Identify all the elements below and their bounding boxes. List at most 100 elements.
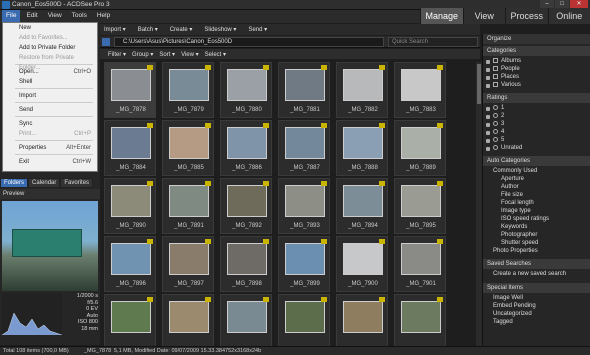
pin-icon[interactable] (486, 115, 490, 119)
pin-icon[interactable] (486, 107, 490, 111)
file-menu-item[interactable]: Sync (3, 119, 97, 129)
mode-manage[interactable]: Manage (420, 8, 463, 24)
mode-online[interactable]: Online (547, 8, 590, 24)
thumbnail-tile[interactable]: _MG_7890 (104, 178, 156, 234)
rating-item[interactable]: 5 (493, 137, 504, 143)
file-menu-item[interactable]: Add to Private Folder (3, 43, 97, 53)
thumbnail-tile[interactable]: _MG_7896 (104, 236, 156, 292)
tab-folders[interactable]: Folders (0, 178, 29, 188)
thumbnail-tile[interactable]: _MG_7899 (278, 236, 330, 292)
batch-button[interactable]: Batch ▾ (138, 26, 158, 33)
thumbnail-tile[interactable]: _MG_7883 (394, 62, 446, 118)
thumbnail-tile[interactable] (162, 294, 214, 346)
path-input[interactable]: C:\Users\Asus\Pictures\Canon_Eos500D (114, 37, 384, 47)
thumbnail-tile[interactable]: _MG_7887 (278, 120, 330, 176)
thumbnail-tile[interactable]: _MG_7881 (278, 62, 330, 118)
pin-icon[interactable] (486, 147, 490, 151)
category-item[interactable]: Places (493, 74, 519, 80)
tab-calendar[interactable]: Calendar (28, 178, 61, 188)
saved-searches-header[interactable]: Saved Searches (483, 259, 590, 269)
tab-favorites[interactable]: Favorites (60, 178, 94, 188)
file-menu-item[interactable]: Shell (3, 77, 97, 87)
pin-icon[interactable] (486, 76, 490, 80)
mode-view[interactable]: View (462, 8, 505, 24)
thumbnail-tile[interactable]: _MG_7889 (394, 120, 446, 176)
sort-menu[interactable]: Sort ▾ (159, 51, 175, 58)
rating-item[interactable]: 2 (493, 113, 504, 119)
auto-categories-header[interactable]: Auto Categories (483, 156, 590, 166)
file-menu-item[interactable]: Open... Ctrl+O (3, 67, 97, 77)
checkbox[interactable] (493, 82, 498, 87)
special-item[interactable]: Image Well (493, 295, 523, 301)
special-item[interactable]: Uncategorized (493, 311, 532, 317)
thumbnail-tile[interactable] (278, 294, 330, 346)
thumbnail-tile[interactable]: _MG_7878 (104, 62, 156, 118)
file-menu-item[interactable]: New (3, 23, 97, 33)
ratings-header[interactable]: Ratings (483, 93, 590, 103)
file-menu-item[interactable]: Send (3, 105, 97, 115)
pin-icon[interactable] (486, 84, 490, 88)
select-menu[interactable]: Select ▾ (205, 51, 226, 58)
checkbox[interactable] (493, 74, 498, 79)
file-menu-item[interactable]: Properties Alt+Enter (3, 143, 97, 153)
checkbox[interactable] (493, 66, 498, 71)
thumbnail-tile[interactable] (220, 294, 272, 346)
auto-category-item[interactable]: Shutter speed (501, 240, 538, 246)
special-item[interactable]: Embed Pending (493, 303, 536, 309)
thumbnail-tile[interactable]: _MG_7898 (220, 236, 272, 292)
view-menu[interactable]: View ▾ (181, 51, 199, 58)
thumbnail-tile[interactable]: _MG_7882 (336, 62, 388, 118)
rating-item[interactable]: 4 (493, 129, 504, 135)
file-menu-item[interactable]: Exit Ctrl+W (3, 157, 97, 167)
auto-category-item[interactable]: Photographer (501, 232, 537, 238)
pin-icon[interactable] (486, 60, 490, 64)
rating-item[interactable]: Unrated (493, 145, 522, 151)
import-button[interactable]: Import ▾ (104, 26, 126, 33)
thumbnail-tile[interactable]: _MG_7893 (278, 178, 330, 234)
checkbox[interactable] (493, 58, 498, 63)
categories-header[interactable]: Categories (483, 46, 590, 56)
auto-category-item[interactable]: Focal length (501, 200, 534, 206)
group-menu[interactable]: Group ▾ (132, 51, 153, 58)
thumbnail-tile[interactable]: _MG_7884 (104, 120, 156, 176)
thumbnail-tile[interactable]: _MG_7880 (220, 62, 272, 118)
rating-item[interactable]: 3 (493, 121, 504, 127)
auto-category-item[interactable]: Image type (501, 208, 531, 214)
category-item[interactable]: Albums (493, 58, 521, 64)
slideshow-button[interactable]: Slideshow ▾ (204, 26, 236, 33)
send-button[interactable]: Send ▾ (248, 26, 267, 33)
thumbnail-tile[interactable]: _MG_7891 (162, 178, 214, 234)
auto-category-item[interactable]: Keywords (501, 224, 527, 230)
auto-category-item[interactable]: Commonly Used (493, 168, 537, 174)
thumbnail-tile[interactable]: _MG_7892 (220, 178, 272, 234)
auto-category-item[interactable]: Author (501, 184, 519, 190)
category-item[interactable]: People (493, 66, 520, 72)
auto-category-item[interactable]: File size (501, 192, 523, 198)
thumbnail-tile[interactable] (394, 294, 446, 346)
thumbnail-tile[interactable] (336, 294, 388, 346)
thumbnail-tile[interactable]: _MG_7897 (162, 236, 214, 292)
pin-icon[interactable] (486, 68, 490, 72)
pin-icon[interactable] (486, 131, 490, 135)
rating-item[interactable]: 1 (493, 105, 504, 111)
mode-process[interactable]: Process (505, 8, 548, 24)
filter-menu[interactable]: Filter ▾ (108, 51, 126, 58)
thumbnail-tile[interactable]: _MG_7886 (220, 120, 272, 176)
create-button[interactable]: Create ▾ (170, 26, 193, 33)
thumbnail-tile[interactable]: _MG_7901 (394, 236, 446, 292)
category-item[interactable]: Various (493, 82, 521, 88)
thumbnail-tile[interactable]: _MG_7888 (336, 120, 388, 176)
thumbnail-tile[interactable]: _MG_7900 (336, 236, 388, 292)
thumbnail-tile[interactable]: _MG_7879 (162, 62, 214, 118)
thumbnail-tile[interactable]: _MG_7895 (394, 178, 446, 234)
thumbnail-tile[interactable]: _MG_7894 (336, 178, 388, 234)
auto-category-item[interactable]: Photo Properties (493, 248, 538, 254)
thumbnail-tile[interactable]: _MG_7885 (162, 120, 214, 176)
auto-category-item[interactable]: Aperture (501, 176, 524, 182)
special-items-header[interactable]: Special Items (483, 283, 590, 293)
scrollbar-thumb[interactable] (477, 64, 481, 104)
special-item[interactable]: Tagged (493, 319, 513, 325)
pin-icon[interactable] (486, 139, 490, 143)
file-menu-item[interactable]: Import (3, 91, 97, 101)
auto-category-item[interactable]: ISO speed ratings (501, 216, 549, 222)
